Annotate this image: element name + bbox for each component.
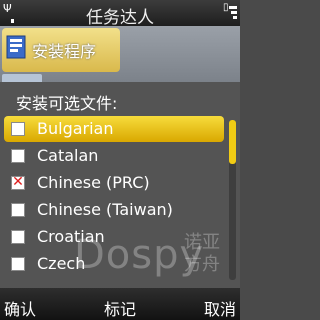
- dialog-title: 安装可选文件:: [16, 94, 118, 113]
- list-item-label: Catalan: [37, 146, 99, 165]
- list-item-label: Chinese (Taiwan): [37, 200, 173, 219]
- list-item-chinese-taiwan[interactable]: Chinese (Taiwan): [4, 197, 224, 223]
- installer-app-card: 安装程序: [2, 28, 120, 72]
- scrollbar-thumb[interactable]: [229, 120, 236, 164]
- checkbox[interactable]: [11, 122, 25, 136]
- confirm-softkey[interactable]: 确认: [4, 296, 36, 320]
- battery-icon: ▯: [223, 3, 237, 25]
- list-item-chinese-prc[interactable]: ✕ Chinese (PRC): [4, 170, 224, 196]
- scrollbar[interactable]: [229, 120, 236, 280]
- list-item-catalan[interactable]: Catalan: [4, 143, 224, 169]
- checkbox[interactable]: [11, 257, 25, 271]
- list-item-bulgarian[interactable]: Bulgarian: [4, 116, 224, 142]
- mark-softkey[interactable]: 标记: [104, 296, 136, 320]
- installer-icon: [6, 35, 26, 59]
- checkbox[interactable]: [11, 230, 25, 244]
- watermark-text-cn: 诺亚方舟: [184, 232, 220, 275]
- status-bar: Ψ 任务达人 ▯: [0, 0, 240, 28]
- checkbox[interactable]: [11, 203, 25, 217]
- list-item-label: Bulgarian: [37, 119, 114, 138]
- cancel-softkey[interactable]: 取消: [204, 296, 236, 320]
- app-title: 任务达人: [86, 8, 154, 28]
- checkbox[interactable]: ✕: [11, 174, 25, 190]
- check-mark-icon: ✕: [12, 174, 24, 190]
- softkey-bar: 确认 标记 取消: [0, 288, 240, 320]
- checkbox[interactable]: [11, 149, 25, 163]
- list-item-label: Chinese (PRC): [37, 173, 150, 192]
- installer-label: 安装程序: [32, 42, 97, 61]
